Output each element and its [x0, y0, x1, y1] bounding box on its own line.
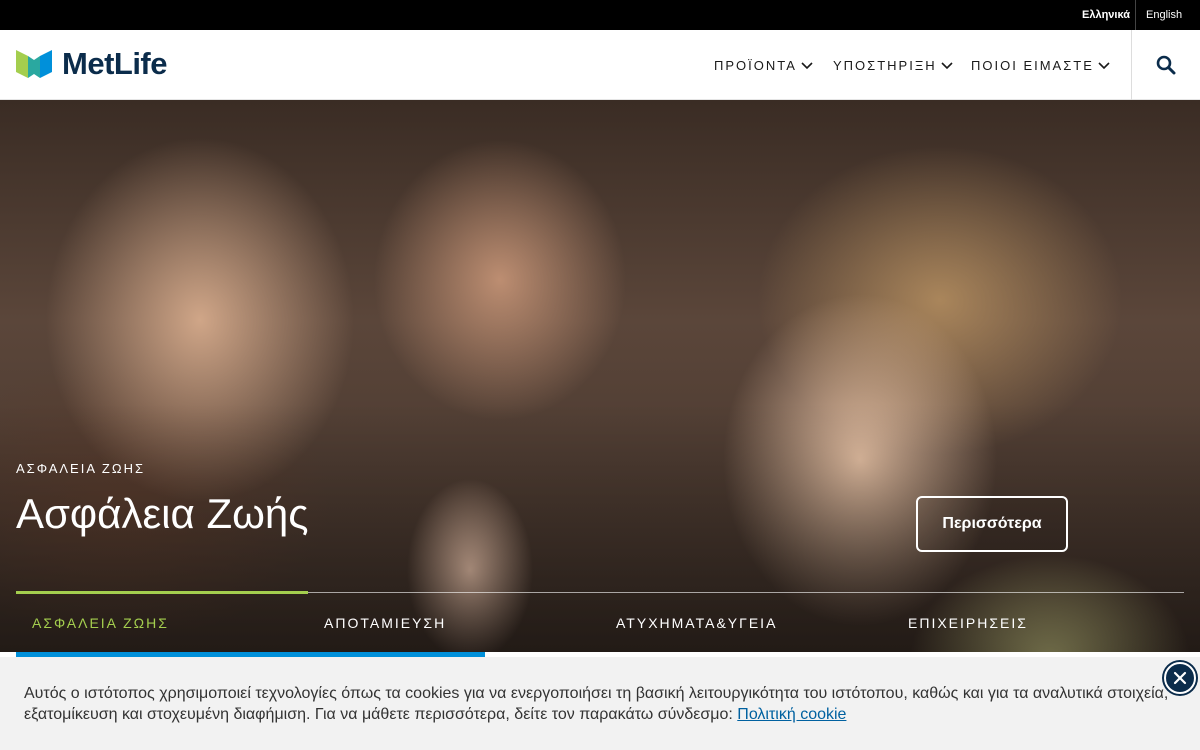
tab-businesses[interactable]: ΕΠΙΧΕΙΡΗΣΕΙΣ	[908, 593, 1028, 652]
hero-banner: ΑΣΦΑΛΕΙΑ ΖΩΗΣ Ασφάλεια Ζωής Περισσότερα …	[0, 100, 1200, 652]
nav-products[interactable]: ΠΡΟΪΟΝΤΑ	[714, 30, 813, 100]
language-greek-link[interactable]: Ελληνικά	[1082, 0, 1130, 30]
logo-wordmark: MetLife	[62, 46, 168, 81]
hero-image	[0, 100, 1200, 652]
hero-title: Ασφάλεια Ζωής	[16, 490, 309, 537]
close-icon	[1173, 671, 1187, 685]
hero-eyebrow: ΑΣΦΑΛΕΙΑ ΖΩΗΣ	[16, 461, 145, 476]
tab-savings[interactable]: ΑΠΟΤΑΜΙΕΥΣΗ	[324, 593, 446, 652]
cookie-banner: Αυτός ο ιστότοπος χρησιμοποιεί τεχνολογί…	[0, 657, 1200, 750]
top-bar: Ελληνικά English	[0, 0, 1200, 30]
metlife-logo-mark-icon	[16, 50, 52, 78]
language-english-link[interactable]: English	[1146, 0, 1182, 30]
product-tabs: ΑΣΦΑΛΕΙΑ ΖΩΗΣ ΑΠΟΤΑΜΙΕΥΣΗ ΑΤΥΧΗΜΑΤΑ&ΥΓΕΙ…	[16, 591, 1184, 652]
nav-about-us-label: ΠΟΙΟΙ ΕΙΜΑΣΤΕ	[971, 57, 1094, 73]
nav-about-us[interactable]: ΠΟΙΟΙ ΕΙΜΑΣΤΕ	[971, 30, 1110, 100]
hero-more-button[interactable]: Περισσότερα	[916, 496, 1068, 552]
metlife-logo[interactable]: MetLife	[16, 46, 168, 82]
language-divider	[1135, 0, 1136, 30]
chevron-down-icon	[801, 58, 813, 73]
cookie-text: Αυτός ο ιστότοπος χρησιμοποιεί τεχνολογί…	[24, 685, 1169, 723]
nav-products-label: ΠΡΟΪΟΝΤΑ	[714, 57, 797, 73]
tab-accidents-health[interactable]: ΑΤΥΧΗΜΑΤΑ&ΥΓΕΙΑ	[616, 593, 777, 652]
cookie-message: Αυτός ο ιστότοπος χρησιμοποιεί τεχνολογί…	[24, 683, 1174, 725]
tab-life-insurance[interactable]: ΑΣΦΑΛΕΙΑ ΖΩΗΣ	[32, 593, 169, 652]
site-header: MetLife ΠΡΟΪΟΝΤΑ ΥΠΟΣΤΗΡΙΞΗ ΠΟΙΟΙ ΕΙΜΑΣΤ…	[0, 30, 1200, 100]
nav-support[interactable]: ΥΠΟΣΤΗΡΙΞΗ	[833, 30, 953, 100]
search-button[interactable]	[1131, 30, 1200, 100]
chevron-down-icon	[1098, 58, 1110, 73]
nav-support-label: ΥΠΟΣΤΗΡΙΞΗ	[833, 57, 937, 73]
cookie-policy-link[interactable]: Πολιτική cookie	[737, 706, 846, 723]
chevron-down-icon	[941, 58, 953, 73]
search-icon	[1156, 55, 1175, 75]
cookie-close-button[interactable]	[1164, 662, 1196, 694]
